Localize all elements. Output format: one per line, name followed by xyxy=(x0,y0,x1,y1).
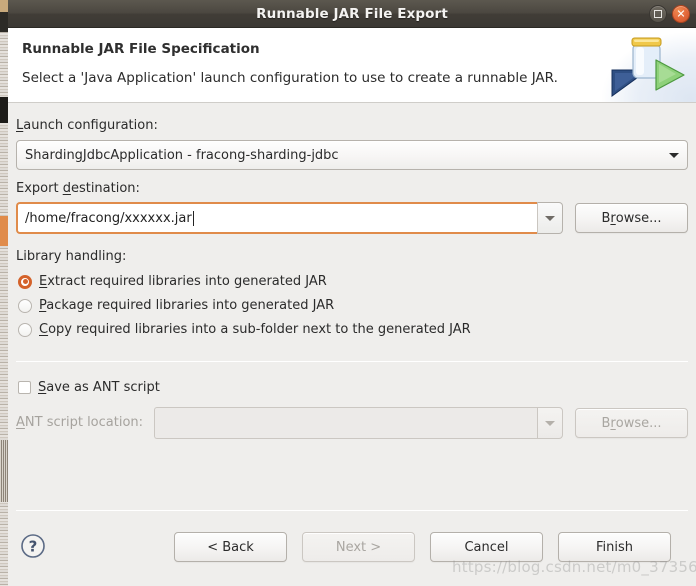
text-cursor xyxy=(192,210,194,226)
launch-configuration-label-text: aunch configuration: xyxy=(23,118,158,133)
radio-copy-text: opy required libraries into a sub-folder… xyxy=(48,322,471,337)
runnable-jar-export-dialog: Runnable JAR File Export ✕ Runnable JAR … xyxy=(8,0,696,586)
radio-package-libraries-label: Package required libraries into generate… xyxy=(39,298,334,313)
ant-script-location-label: ANT script location: xyxy=(16,415,143,430)
dialog-footer: ? < Back Next > Cancel Finish xyxy=(8,515,696,586)
export-destination-label-text: estination: xyxy=(70,181,140,196)
radio-extract-mnemonic: E xyxy=(39,274,48,289)
cancel-button[interactable]: Cancel xyxy=(430,532,543,562)
chevron-down-glyph xyxy=(545,420,555,426)
launch-configuration-combo[interactable]: ShardingJdbcApplication - fracong-shardi… xyxy=(16,140,688,170)
next-button[interactable]: Next > xyxy=(302,532,415,562)
ant-location-mnemonic: A xyxy=(16,415,25,430)
window-controls: ✕ xyxy=(649,0,690,28)
radio-copy-libraries-label: Copy required libraries into a sub-folde… xyxy=(39,322,471,337)
separator-footer xyxy=(16,510,688,511)
back-button[interactable]: < Back xyxy=(174,532,287,562)
page-title: Runnable JAR File Specification xyxy=(22,41,260,57)
radio-dot xyxy=(22,279,28,284)
radio-package-libraries[interactable]: Package required libraries into generate… xyxy=(18,298,334,313)
radio-extract-libraries[interactable]: Extract required libraries into generate… xyxy=(18,274,327,289)
radio-copy-mnemonic: C xyxy=(39,322,49,337)
chevron-down-glyph xyxy=(669,152,679,158)
export-destination-browse-button[interactable]: Br owse... xyxy=(575,203,688,233)
radio-extract-libraries-label: Extract required libraries into generate… xyxy=(39,274,327,289)
ant-script-location-input[interactable] xyxy=(154,407,537,439)
ant-browse-label-pre: B xyxy=(601,415,611,431)
save-as-ant-script-checkbox-row[interactable]: Save as ANT script xyxy=(18,380,160,395)
chevron-down-glyph xyxy=(545,215,555,221)
dialog-body: Launch configuration: ShardingJdbcApplic… xyxy=(8,103,696,586)
export-destination-label-pre: Export xyxy=(16,181,63,196)
library-handling-label: Library handling: xyxy=(16,249,127,264)
export-destination-history-dropdown[interactable] xyxy=(537,202,563,234)
svg-text:?: ? xyxy=(29,538,38,556)
radio-indicator xyxy=(18,298,32,313)
export-destination-field-group: /home/fracong/xxxxxx.jar xyxy=(16,202,563,234)
export-destination-value: /home/fracong/xxxxxx.jar xyxy=(25,210,192,226)
jar-export-icon xyxy=(611,37,685,97)
browse-label-rest: owse... xyxy=(615,210,662,226)
screen: Runnable JAR File Export ✕ Runnable JAR … xyxy=(0,0,696,586)
dialog-header: Runnable JAR File Specification Select a… xyxy=(8,28,696,103)
maximize-glyph xyxy=(654,10,662,18)
window-title: Runnable JAR File Export xyxy=(256,5,448,22)
launch-configuration-value: ShardingJdbcApplication - fracong-shardi… xyxy=(25,147,339,163)
ant-script-location-field-group xyxy=(154,407,563,439)
ant-location-text: NT script location: xyxy=(24,415,144,430)
page-description: Select a 'Java Application' launch confi… xyxy=(22,70,558,86)
radio-package-text: ackage required libraries into generated… xyxy=(46,298,335,313)
ant-script-location-dropdown[interactable] xyxy=(537,407,563,439)
export-destination-input[interactable]: /home/fracong/xxxxxx.jar xyxy=(16,202,537,234)
save-as-ant-script-label: Save as ANT script xyxy=(38,380,160,395)
radio-indicator-selected xyxy=(18,274,32,289)
close-icon[interactable]: ✕ xyxy=(672,5,690,23)
launch-configuration-label: Launch configuration: xyxy=(16,118,158,133)
save-as-ant-script-checkbox[interactable] xyxy=(18,381,31,394)
maximize-icon[interactable] xyxy=(649,5,667,23)
radio-indicator xyxy=(18,322,32,337)
ant-browse-label-rest: owse... xyxy=(615,415,662,431)
save-as-ant-text: ave as ANT script xyxy=(46,380,160,395)
ant-script-browse-button[interactable]: Br owse... xyxy=(575,408,688,438)
export-destination-label-mnemonic: d xyxy=(62,181,71,196)
chevron-down-icon[interactable] xyxy=(665,152,687,158)
export-destination-label: Export destination: xyxy=(16,181,140,196)
browse-label-pre: B xyxy=(601,210,611,226)
title-bar: Runnable JAR File Export ✕ xyxy=(8,0,696,28)
radio-copy-libraries[interactable]: Copy required libraries into a sub-folde… xyxy=(18,322,471,337)
radio-extract-text: xtract required libraries into generated… xyxy=(47,274,327,289)
separator-ant xyxy=(16,361,688,362)
close-glyph: ✕ xyxy=(676,7,686,20)
finish-button[interactable]: Finish xyxy=(558,532,671,562)
help-question-icon[interactable]: ? xyxy=(20,533,46,559)
header-banner-art xyxy=(600,28,696,102)
